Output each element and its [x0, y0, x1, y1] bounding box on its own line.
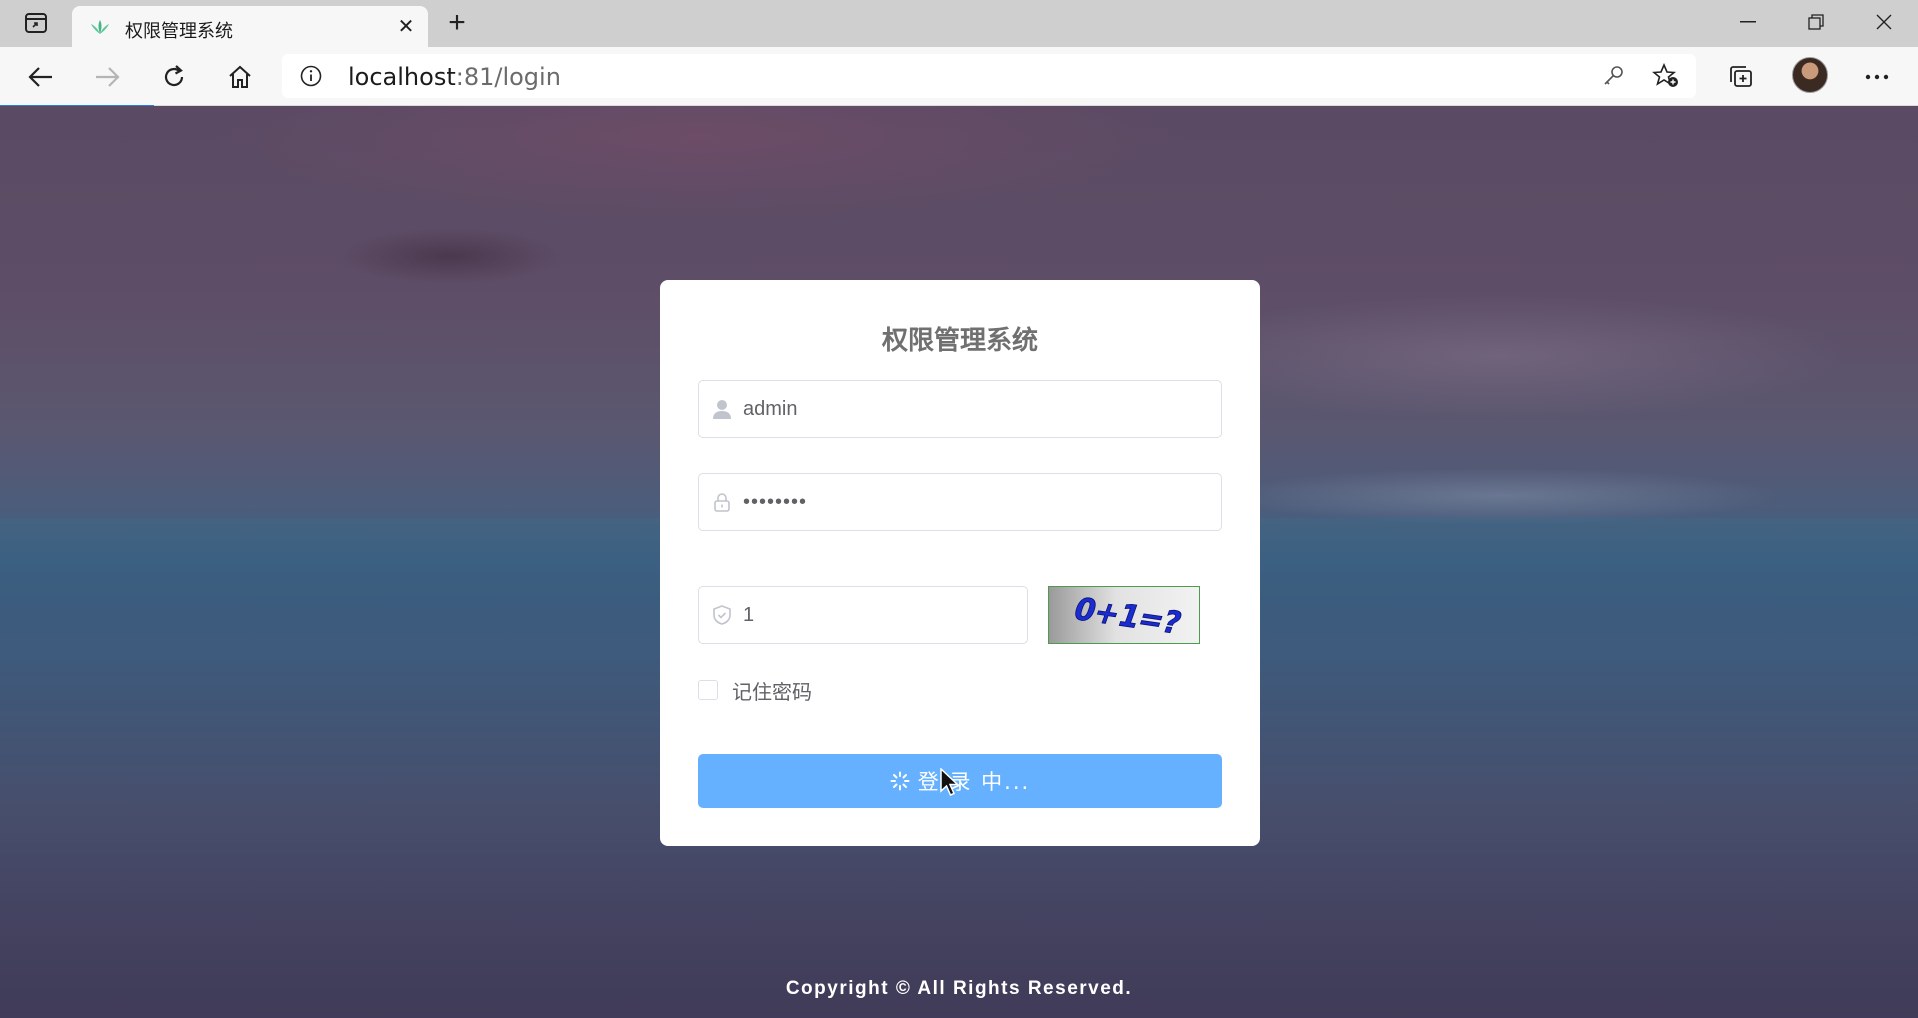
leaf-favicon-icon: [90, 19, 110, 35]
username-input[interactable]: [743, 381, 1161, 437]
favorite-add-icon[interactable]: [1651, 62, 1680, 89]
more-icon[interactable]: [1858, 58, 1896, 96]
captcha-text: 0+1=?: [1069, 593, 1184, 637]
collections-icon[interactable]: [1722, 58, 1760, 96]
forward-icon: [88, 58, 126, 96]
password-input[interactable]: [743, 474, 1161, 530]
login-card: 权限管理系统 0+1=? 记住密码: [660, 280, 1260, 846]
window-close-icon[interactable]: [1850, 0, 1918, 44]
login-button-label: 登 录 中...: [917, 770, 1031, 794]
username-field[interactable]: [698, 380, 1222, 438]
password-field[interactable]: [698, 473, 1222, 531]
tab-actions-icon[interactable]: [12, 8, 60, 38]
minimize-icon[interactable]: [1714, 0, 1782, 44]
url-text[interactable]: localhost:81/login: [348, 63, 561, 91]
back-icon[interactable]: [22, 58, 60, 96]
mouse-cursor-icon: [940, 768, 960, 796]
captcha-input[interactable]: [743, 587, 1006, 643]
key-icon[interactable]: [1602, 64, 1626, 88]
captcha-field[interactable]: [698, 586, 1028, 644]
remember-label: 记住密码: [732, 679, 812, 704]
lock-icon: [711, 491, 733, 513]
copyright-text: Copyright © All Rights Reserved.: [785, 978, 1133, 999]
home-icon[interactable]: [221, 58, 259, 96]
loading-icon: [890, 771, 910, 791]
captcha-image[interactable]: 0+1=?: [1048, 586, 1200, 644]
captcha-image-graphic: 0+1=?: [1068, 593, 1184, 637]
address-bar[interactable]: localhost:81/login: [282, 54, 1696, 98]
page-title: 权限管理系统: [881, 326, 1038, 356]
login-page: 权限管理系统 0+1=? 记住密码: [0, 106, 1918, 1018]
avatar[interactable]: [1792, 57, 1828, 93]
plus-icon[interactable]: +: [440, 6, 474, 39]
restore-icon[interactable]: [1782, 0, 1850, 44]
info-icon[interactable]: [300, 65, 322, 87]
close-icon[interactable]: ✕: [394, 14, 418, 38]
shield-icon: [711, 604, 733, 626]
remember-me[interactable]: 记住密码: [698, 675, 812, 705]
browser-tab[interactable]: 权限管理系统 ✕: [72, 6, 428, 47]
tab-title: 权限管理系统: [125, 21, 233, 42]
user-icon: [711, 398, 733, 420]
browser-toolbar: localhost:81/login: [0, 47, 1918, 106]
refresh-icon[interactable]: [155, 58, 193, 96]
tab-strip: 权限管理系统 ✕ +: [0, 0, 1918, 47]
remember-checkbox[interactable]: [698, 680, 718, 700]
